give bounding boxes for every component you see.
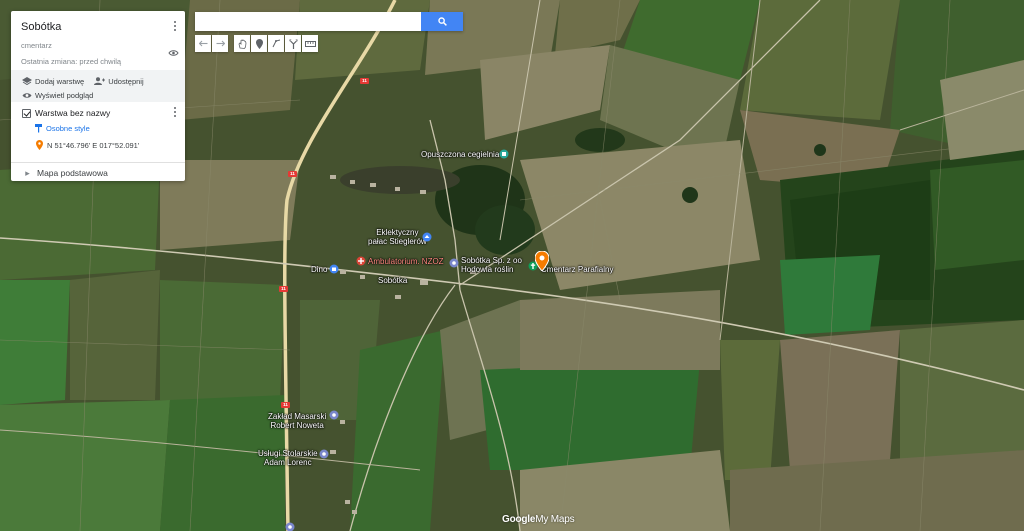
poi-label-uslugi-line1: Usługi Stolarskie [258,449,318,458]
share-button[interactable]: Udostępnij [94,76,144,86]
place-item[interactable]: N 51°46.796' E 017°52.091' [36,140,185,150]
google-my-maps-logo: GoogleMy Maps [502,514,575,525]
poi-pin-icon[interactable] [422,232,432,242]
poi-pin-icon[interactable] [285,522,295,531]
poi-label-zaklad-line2: Robert Noweta [270,421,324,430]
expand-icon: ▸ [25,168,30,178]
layer-name[interactable]: Warstwa bez nazwy [35,108,110,118]
map-title[interactable]: Sobótka [21,21,185,33]
visibility-icon[interactable] [168,49,179,57]
search-box [195,12,463,31]
place-coordinates: N 51°46.796' E 017°52.091' [47,140,140,150]
poi-label-uslugi-line2: Adam Lorenc [263,458,312,467]
hand-icon [238,39,246,49]
road-badge: 11 [279,286,288,292]
directions-button[interactable] [285,35,301,52]
poi-label-ambulatorium[interactable]: Ambulatorium. NZOZ [368,257,444,266]
preview-row: Wyświetl podgląd [22,89,185,101]
add-person-icon [94,77,106,85]
draw-line-icon [272,39,280,48]
poi-pin-icon[interactable] [499,149,509,159]
more-options-icon[interactable] [171,21,179,33]
pan-button[interactable] [234,35,250,52]
add-marker-button[interactable] [251,35,267,52]
poi-pin-icon[interactable] [449,258,459,268]
undo-button[interactable] [195,35,211,52]
layer-section: Warstwa bez nazwy Osobne style N 51°46.7… [11,102,185,163]
layer-options-icon[interactable] [171,107,179,119]
panel-actions: Dodaj warstwę Udostępnij Wyświetl podglą… [11,70,185,102]
poi-label-palac-line2: pałac Stieglerów [368,237,427,246]
shop-pin-icon[interactable] [329,264,339,274]
poi-label-zaklad-line1: Zakład Masarski [268,412,327,421]
share-label: Udostępnij [108,76,144,86]
individual-styles-link[interactable]: Osobne style [35,124,185,133]
logo-google: Google [502,514,536,525]
map-toolbar [195,35,318,52]
search-button[interactable] [421,12,463,31]
poi-label-zaklad[interactable]: Zakład Masarski Robert Noweta [268,412,326,430]
redo-button[interactable] [212,35,228,52]
logo-product: My Maps [535,514,575,525]
poi-label-cmentarz[interactable]: Cmentarz Parafialny [541,265,613,274]
map-panel: Sobótka cmentarz Ostatnia zmiana: przed … [11,11,185,181]
village-label: Sobótka [378,276,408,285]
poi-label-cegielnia[interactable]: Opuszczona cegielnia [421,150,499,159]
add-layer-label: Dodaj warstwę [35,76,85,86]
layer-visibility-checkbox[interactable] [22,108,31,118]
preview-button[interactable]: Wyświetl podgląd [22,91,93,100]
undo-icon [198,40,207,47]
draw-line-button[interactable] [268,35,284,52]
panel-header: Sobótka cmentarz Ostatnia zmiana: przed … [11,11,185,70]
poi-label-sobotka-firm-line2: Hodowla roślin [461,265,514,274]
poi-label-sobotka-firm-line1: Sobótka Sp. z oo [461,256,522,265]
eye-icon [22,92,32,98]
individual-styles-label: Osobne style [46,124,90,133]
actions-row: Dodaj warstwę Udostępnij [22,75,185,87]
ruler-icon [304,40,316,47]
road-badge: 11 [360,78,369,84]
directions-icon [289,39,297,49]
add-layer-button[interactable]: Dodaj warstwę [22,77,84,86]
search-icon [437,17,447,26]
hospital-pin-icon[interactable] [356,256,366,266]
map-description[interactable]: cmentarz [21,41,185,50]
base-map-toggle[interactable]: ▸ Mapa podstawowa [11,163,185,178]
redo-icon [216,40,225,47]
preview-label: Wyświetl podgląd [35,90,94,100]
poi-label-palac-line1: Eklektyczny [376,228,419,237]
poi-label-dino[interactable]: Dino [311,265,327,274]
road-badge: 11 [288,171,297,177]
base-map-label: Mapa podstawowa [37,168,108,178]
layer-title-row: Warstwa bez nazwy [22,108,185,118]
layers-icon [22,77,32,85]
marker-icon [36,140,43,150]
add-marker-icon [255,38,263,49]
road-badge: 11 [281,402,290,408]
poi-label-uslugi[interactable]: Usługi Stolarskie Adam Lorenc [258,449,318,467]
search-input[interactable] [195,12,421,31]
poi-pin-icon[interactable] [329,410,339,420]
poi-label-palac[interactable]: Eklektyczny pałac Stieglerów [368,228,427,246]
user-marker-icon[interactable] [535,251,549,271]
poi-pin-icon[interactable] [319,449,329,459]
measure-button[interactable] [302,35,318,52]
last-edit-text: Ostatnia zmiana: przed chwilą [21,57,122,66]
poi-label-sobotka-firm[interactable]: Sobótka Sp. z oo Hodowla roślin [461,256,522,274]
paint-roller-icon [35,124,42,133]
